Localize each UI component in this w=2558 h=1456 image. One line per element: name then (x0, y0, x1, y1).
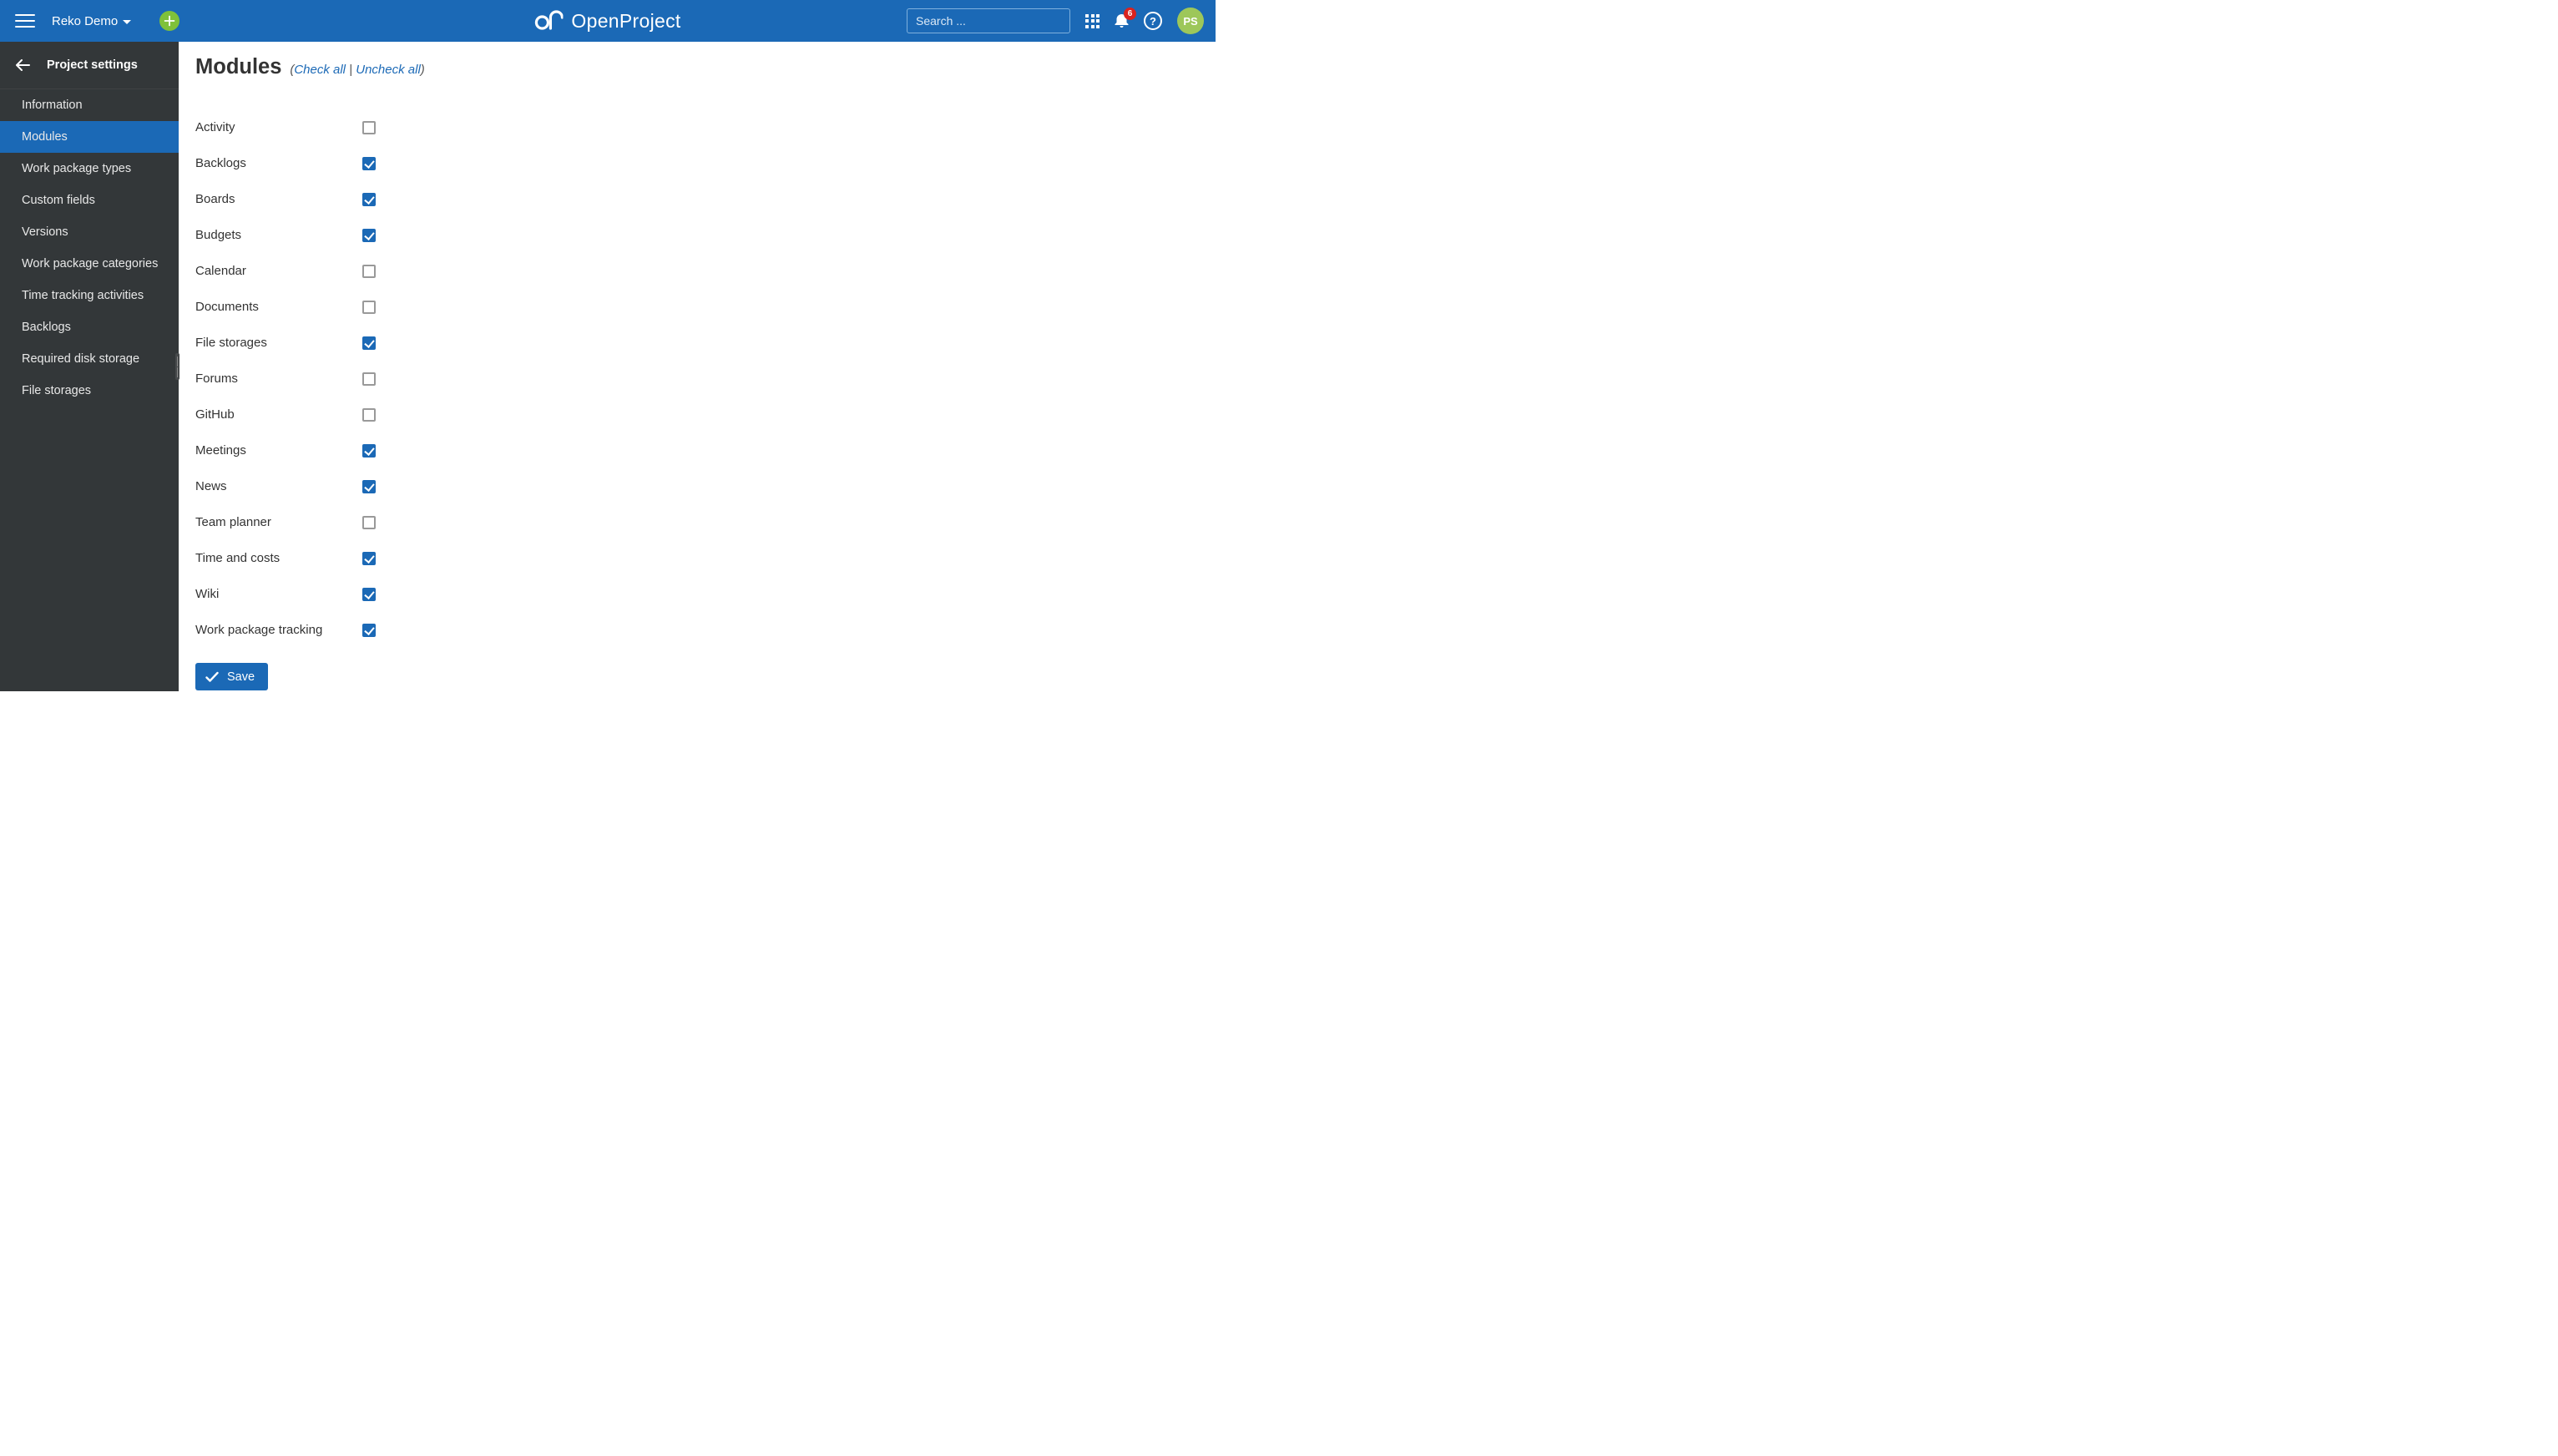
module-label: Team planner (195, 515, 362, 529)
app-logo: OpenProject (534, 10, 680, 33)
module-row: File storages (195, 325, 1196, 361)
module-checkbox[interactable] (362, 157, 376, 170)
project-selector[interactable]: Reko Demo (52, 14, 131, 28)
sidebar-item-backlogs[interactable]: Backlogs (0, 311, 179, 343)
module-label: Meetings (195, 443, 362, 458)
module-row: Forums (195, 361, 1196, 397)
module-row: Time and costs (195, 540, 1196, 576)
module-checkbox[interactable] (362, 516, 376, 529)
module-row: GitHub (195, 397, 1196, 432)
module-checkbox[interactable] (362, 480, 376, 493)
sidebar-resize-handle[interactable] (175, 353, 179, 380)
menu-icon[interactable] (15, 11, 35, 31)
module-label: Time and costs (195, 551, 362, 565)
sidebar-item-versions[interactable]: Versions (0, 216, 179, 248)
module-row: Calendar (195, 253, 1196, 289)
module-checkbox[interactable] (362, 552, 376, 565)
module-label: Calendar (195, 264, 362, 278)
module-label: Documents (195, 300, 362, 314)
module-checkbox[interactable] (362, 265, 376, 278)
module-checkbox[interactable] (362, 336, 376, 350)
module-label: Forums (195, 372, 362, 386)
module-checkbox[interactable] (362, 588, 376, 601)
module-row: Documents (195, 289, 1196, 325)
module-label: Budgets (195, 228, 362, 242)
sidebar: Project settings InformationModulesWork … (0, 42, 179, 691)
module-row: Budgets (195, 217, 1196, 253)
sidebar-item-required-disk-storage[interactable]: Required disk storage (0, 343, 179, 375)
help-icon[interactable]: ? (1144, 12, 1162, 30)
searchbox[interactable] (907, 8, 1070, 33)
module-checkbox[interactable] (362, 372, 376, 386)
module-checkbox[interactable] (362, 229, 376, 242)
sidebar-title: Project settings (47, 58, 138, 72)
module-checkbox[interactable] (362, 408, 376, 422)
module-row: Backlogs (195, 145, 1196, 181)
sidebar-item-information[interactable]: Information (0, 89, 179, 121)
right-cluster: 6 ? PS (907, 8, 1216, 34)
avatar[interactable]: PS (1177, 8, 1204, 34)
module-label: Activity (195, 120, 362, 134)
back-arrow-icon[interactable] (15, 59, 30, 71)
module-row: Wiki (195, 576, 1196, 612)
module-label: Work package tracking (195, 623, 362, 637)
save-button[interactable]: Save (195, 663, 268, 690)
search-input[interactable] (916, 14, 1067, 28)
module-label: Boards (195, 192, 362, 206)
project-name-label: Reko Demo (52, 14, 118, 28)
uncheck-all-link[interactable]: Uncheck all (356, 63, 421, 77)
module-row: News (195, 468, 1196, 504)
module-label: Wiki (195, 587, 362, 601)
chevron-down-icon (123, 20, 131, 24)
topbar: Reko Demo OpenProject 6 ? PS (0, 0, 1216, 42)
module-label: News (195, 479, 362, 493)
module-checkbox[interactable] (362, 444, 376, 458)
module-checkbox[interactable] (362, 624, 376, 637)
sidebar-item-work-package-types[interactable]: Work package types (0, 153, 179, 185)
module-row: Activity (195, 109, 1196, 145)
module-checkbox[interactable] (362, 193, 376, 206)
module-row: Team planner (195, 504, 1196, 540)
module-label: GitHub (195, 407, 362, 422)
sidebar-nav: InformationModulesWork package typesCust… (0, 89, 179, 407)
check-icon (205, 671, 219, 683)
logo-text: OpenProject (571, 10, 680, 33)
main-content: Modules (Check all | Uncheck all) Activi… (179, 42, 1216, 691)
links-separator: | (346, 63, 356, 77)
plus-icon (164, 15, 175, 27)
sidebar-header: Project settings (0, 42, 179, 89)
save-button-label: Save (227, 670, 255, 684)
sidebar-item-file-storages[interactable]: File storages (0, 375, 179, 407)
sidebar-item-custom-fields[interactable]: Custom fields (0, 185, 179, 216)
paren-close: ) (421, 63, 425, 77)
sidebar-item-work-package-categories[interactable]: Work package categories (0, 248, 179, 280)
modules-form: Activity Backlogs Boards Budgets Calendar Doc… (195, 109, 1196, 648)
module-row: Boards (195, 181, 1196, 217)
module-row: Work package tracking (195, 612, 1196, 648)
notification-badge: 6 (1124, 8, 1136, 20)
module-checkbox[interactable] (362, 301, 376, 314)
module-row: Meetings (195, 432, 1196, 468)
module-checkbox[interactable] (362, 121, 376, 134)
module-label: File storages (195, 336, 362, 350)
check-all-link[interactable]: Check all (294, 63, 346, 77)
page-title: Modules (195, 55, 281, 78)
sidebar-item-modules[interactable]: Modules (0, 121, 179, 153)
bulk-links: (Check all | Uncheck all) (290, 63, 424, 77)
notifications-button[interactable]: 6 (1115, 13, 1129, 30)
module-label: Backlogs (195, 156, 362, 170)
sidebar-item-time-tracking-activities[interactable]: Time tracking activities (0, 280, 179, 311)
add-button[interactable] (159, 11, 179, 31)
apps-icon[interactable] (1085, 14, 1100, 28)
